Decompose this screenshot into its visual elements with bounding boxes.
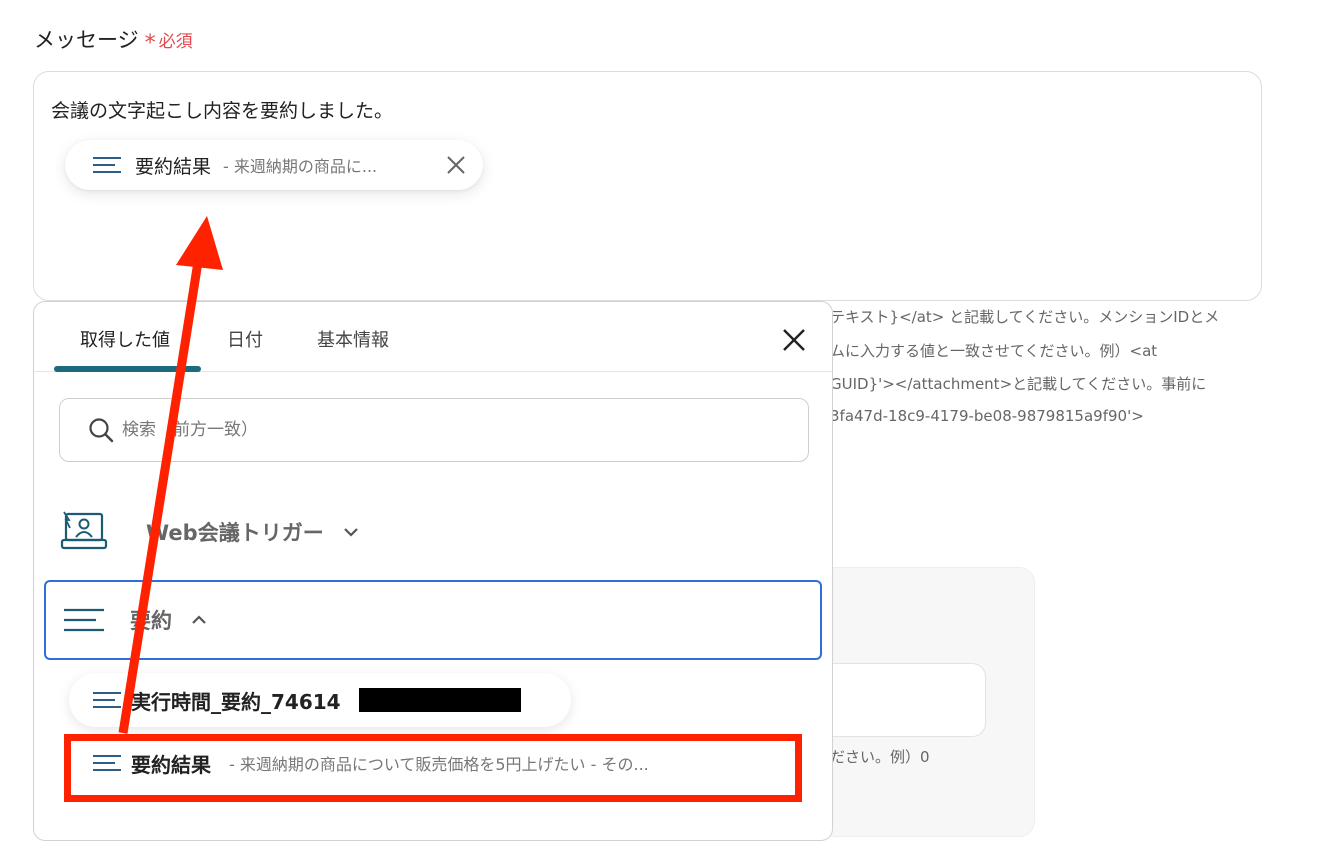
annotation-arrow: [118, 216, 223, 734]
